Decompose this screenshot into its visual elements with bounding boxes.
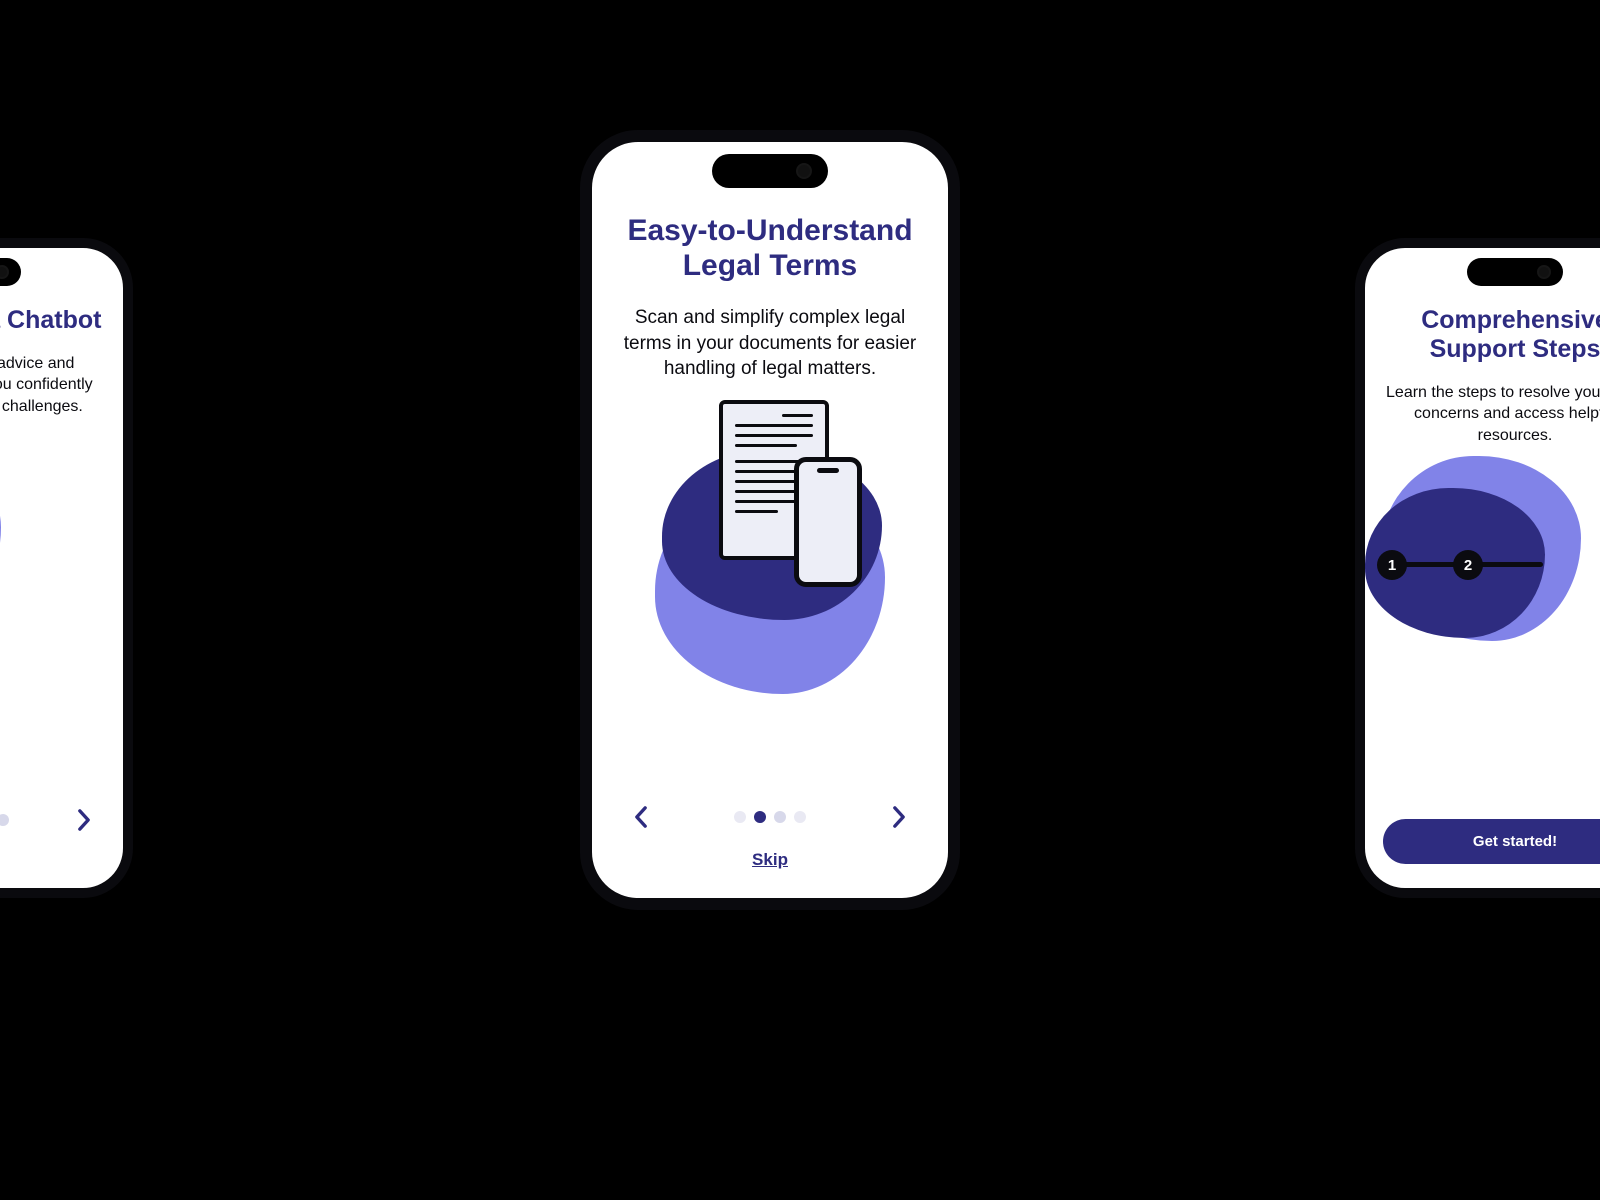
chevron-right-icon xyxy=(889,803,909,831)
pager xyxy=(614,796,926,838)
dynamic-island xyxy=(0,258,21,286)
chevron-right-icon xyxy=(74,806,94,834)
page-dots xyxy=(0,814,9,826)
smartphone-icon xyxy=(794,457,862,587)
onboarding-screen-support-steps: Comprehensive Support Steps Learn the st… xyxy=(1355,238,1600,898)
step-number: 1 xyxy=(1388,557,1396,574)
chevron-left-icon xyxy=(631,803,651,831)
page-dot[interactable] xyxy=(774,811,786,823)
screen-title: Guidance via Chatbot xyxy=(0,306,101,335)
page-dot[interactable] xyxy=(794,811,806,823)
chat-illustration: ?? xyxy=(0,418,105,802)
onboarding-screen-chatbot: Guidance via Chatbot Get personalized ad… xyxy=(0,238,133,898)
page-dot[interactable] xyxy=(734,811,746,823)
screen-title: Comprehensive Support Steps xyxy=(1383,306,1600,364)
next-button[interactable] xyxy=(67,803,101,837)
screen-description: Get personalized advice and assistance t… xyxy=(0,353,105,418)
onboarding-screen-legal-terms: Easy-to-Understand Legal Terms Scan and … xyxy=(580,130,960,910)
screen-description: Learn the steps to resolve your legal co… xyxy=(1383,382,1600,447)
prev-button[interactable] xyxy=(624,800,658,834)
page-dot-active[interactable] xyxy=(754,811,766,823)
pager xyxy=(0,802,105,838)
screen-description: Scan and simplify complex legal terms in… xyxy=(614,305,926,382)
skip-link[interactable]: Skip xyxy=(752,850,788,870)
page-dot[interactable] xyxy=(0,814,9,826)
dynamic-island xyxy=(1467,258,1563,286)
screen-title: Easy-to-Understand Legal Terms xyxy=(614,214,926,283)
dynamic-island xyxy=(712,154,828,188)
steps-illustration: 1 2 xyxy=(1383,446,1600,807)
get-started-button[interactable]: Get started! xyxy=(1383,819,1600,864)
step-number: 2 xyxy=(1464,557,1472,574)
page-dots xyxy=(734,811,806,823)
next-button[interactable] xyxy=(882,800,916,834)
document-scan-illustration xyxy=(614,382,926,796)
